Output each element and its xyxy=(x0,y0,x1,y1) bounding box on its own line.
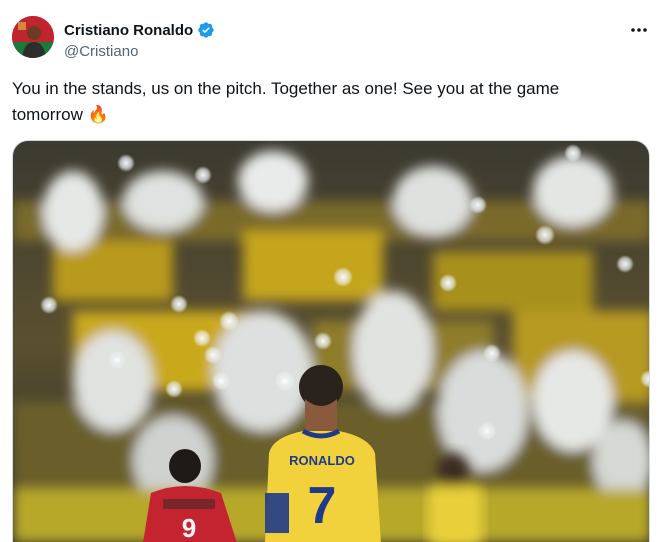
tweet-text-line1: You in the stands, us on the pitch. Toge… xyxy=(12,79,560,98)
author-names: Cristiano Ronaldo @Cristiano xyxy=(64,20,215,60)
verified-badge-icon xyxy=(197,21,215,39)
tweet-header: Cristiano Ronaldo @Cristiano xyxy=(12,16,651,64)
tweet-text-line2: tomorrow xyxy=(12,105,83,124)
player-jersey-name: RONALDO xyxy=(289,453,355,468)
fire-emoji-icon: 🔥 xyxy=(87,105,109,124)
player-jersey-number: 7 xyxy=(308,477,337,535)
tweet-media-photo[interactable]: 9 RONALDO 7 xyxy=(12,140,650,542)
avatar[interactable] xyxy=(12,16,54,58)
stadium-photo: 9 RONALDO 7 xyxy=(13,141,649,542)
avatar-image xyxy=(12,16,54,58)
author-display-name[interactable]: Cristiano Ronaldo xyxy=(64,22,193,39)
tweet-text: You in the stands, us on the pitch. Toge… xyxy=(12,76,642,128)
author-handle[interactable]: @Cristiano xyxy=(64,43,215,60)
opponent-jersey-number: 9 xyxy=(182,513,196,542)
more-options-icon[interactable] xyxy=(627,20,651,40)
